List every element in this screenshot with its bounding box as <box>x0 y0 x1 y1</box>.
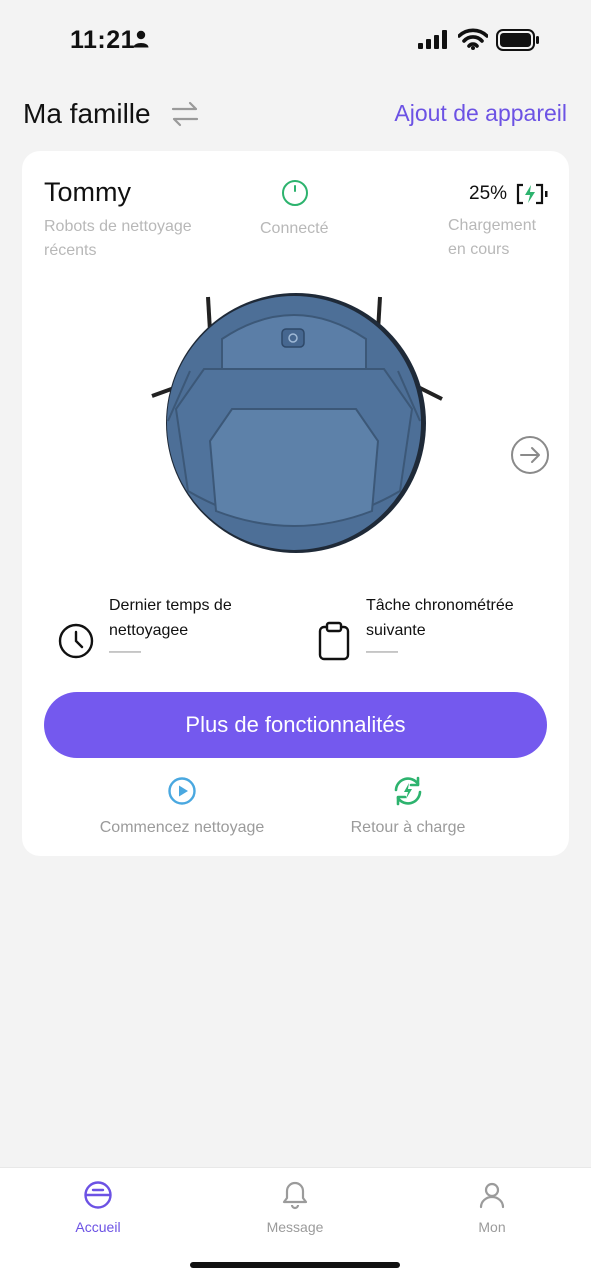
battery-icon <box>496 29 540 56</box>
home-indicator <box>190 1262 400 1268</box>
charging-status: Chargement en cours <box>448 217 537 258</box>
signal-icon <box>418 30 448 55</box>
bell-icon <box>280 1181 310 1214</box>
play-icon <box>167 777 197 810</box>
device-name: Tommy <box>44 177 131 207</box>
recharge-icon <box>391 776 425 810</box>
robot-vacuum-icon <box>83 1181 113 1214</box>
nav-label-mon: Mon <box>478 1219 506 1235</box>
nav-label-accueil: Accueil <box>75 1219 121 1235</box>
last-clean-value: —— <box>109 643 141 660</box>
app-screen: 11:21 Ma famille Ajout de appareil Tommy… <box>0 0 591 1280</box>
return-charge-action[interactable]: Retour à charge <box>332 776 484 837</box>
add-device-link[interactable]: Ajout de appareil <box>394 100 567 127</box>
status-time: 11:21 <box>70 26 136 54</box>
device-card: Tommy Robots de nettoyage récents Connec… <box>22 151 569 856</box>
charging-battery-icon <box>514 182 550 211</box>
next-task-value: —— <box>366 643 398 660</box>
start-clean-label: Commencez nettoyage <box>99 819 265 836</box>
swap-arrows-icon[interactable] <box>170 100 200 133</box>
battery-percent: 25% <box>469 183 508 204</box>
status-bar: 11:21 <box>0 0 591 80</box>
nav-item-mon[interactable]: Mon <box>442 1180 542 1235</box>
clipboard-icon <box>318 621 350 666</box>
family-title: Ma famille <box>23 98 151 129</box>
person-icon <box>133 30 149 53</box>
more-features-button[interactable]: Plus de fonctionnalités <box>44 692 547 758</box>
last-clean-label: Dernier temps de nettoyagee <box>109 597 232 639</box>
clock-icon <box>58 623 94 664</box>
device-subtitle: Robots de nettoyage récents <box>44 218 192 259</box>
user-icon <box>477 1182 507 1214</box>
robot-vacuum-image[interactable] <box>150 291 450 561</box>
nav-label-message: Message <box>266 1219 324 1235</box>
nav-item-message[interactable]: Message <box>245 1180 345 1235</box>
start-clean-action[interactable]: Commencez nettoyage <box>92 776 272 837</box>
next-device-arrow-icon[interactable] <box>510 435 550 480</box>
nav-item-accueil[interactable]: Accueil <box>48 1180 148 1235</box>
next-task-label: Tâche chronométrée suivante <box>366 597 514 639</box>
return-charge-label: Retour à charge <box>350 819 466 836</box>
wifi-icon <box>457 28 489 55</box>
connected-icon <box>281 179 309 212</box>
connection-status: Connecté <box>260 220 329 237</box>
